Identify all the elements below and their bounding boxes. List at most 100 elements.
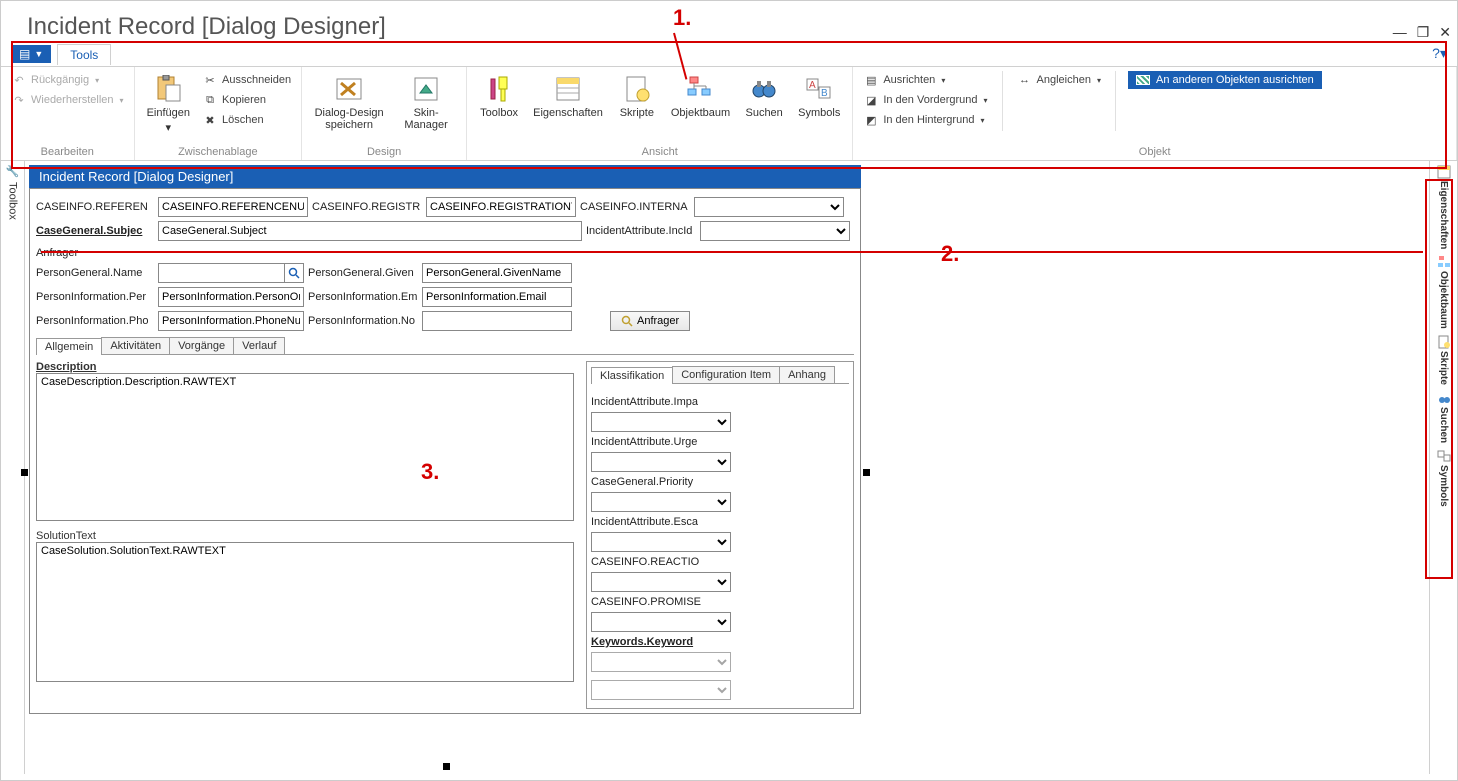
impact-label: IncidentAttribute.Impa (591, 396, 707, 408)
cut-button[interactable]: ✂Ausschneiden (200, 71, 293, 89)
pg-name-input[interactable] (158, 263, 284, 283)
copy-button[interactable]: ⧉Kopieren (200, 91, 293, 109)
bring-front-button[interactable]: ◪In den Vordergrund▾ (861, 91, 989, 109)
rail-properties[interactable]: Eigenschaften (1437, 165, 1451, 249)
rail-scripts-label: Skripte (1438, 351, 1449, 385)
toolbox-label: Toolbox (480, 107, 518, 119)
tab-anhang[interactable]: Anhang (779, 366, 835, 383)
esca-label: IncidentAttribute.Esca (591, 516, 707, 528)
keywords-select[interactable] (591, 652, 731, 672)
redo-icon: ↷ (11, 92, 27, 108)
toolbox-button[interactable]: Toolbox (475, 71, 523, 121)
impact-select[interactable] (591, 412, 731, 432)
file-menu-button[interactable]: ▤ ▼ (11, 45, 51, 63)
pi-ph-input[interactable] (158, 311, 304, 331)
restore-icon[interactable]: ❐ (1417, 24, 1430, 41)
keywords-select-2[interactable] (591, 680, 731, 700)
form-canvas[interactable]: CASEINFO.REFEREN CASEINFO.REGISTR CASEIN… (29, 188, 861, 714)
angleichen-button[interactable]: ↔Angleichen▾ (1015, 71, 1103, 89)
cut-icon: ✂ (202, 72, 218, 88)
group-label-design: Design (310, 144, 458, 158)
description-textarea[interactable] (36, 373, 574, 521)
window-controls: — ❐ ✕ (1393, 24, 1451, 41)
tab-klassifikation[interactable]: Klassifikation (591, 367, 673, 384)
pg-given-label: PersonGeneral.Given (308, 267, 418, 279)
redo-button[interactable]: ↷ Wiederherstellen▾ (9, 91, 126, 109)
solution-textarea[interactable] (36, 542, 574, 682)
solution-label: SolutionText (36, 530, 576, 542)
save-design-label: Dialog-Design speichern (314, 107, 384, 131)
back-label: In den Hintergrund (883, 114, 974, 126)
rail-scripts[interactable]: Skripte (1437, 335, 1451, 385)
save-design-button[interactable]: Dialog-Design speichern (310, 71, 388, 133)
tab-verlauf[interactable]: Verlauf (233, 337, 285, 354)
search-button[interactable]: Suchen (740, 71, 788, 121)
caseinfo-int-select[interactable] (694, 197, 844, 217)
undo-button[interactable]: ↶ Rückgängig▾ (9, 71, 126, 89)
align-button[interactable]: ▤Ausrichten▾ (861, 71, 989, 89)
pi-ph-label: PersonInformation.Pho (36, 315, 154, 327)
back-icon: ◩ (863, 112, 879, 128)
tab-config-item[interactable]: Configuration Item (672, 366, 780, 383)
scripts-button[interactable]: Skripte (613, 71, 661, 121)
search-label: Suchen (745, 107, 782, 119)
esca-select[interactable] (591, 532, 731, 552)
pg-given-input[interactable] (422, 263, 572, 283)
subject-input[interactable] (158, 221, 582, 241)
pi-per-label: PersonInformation.Per (36, 291, 154, 303)
toolbox-rail[interactable]: Toolbox (7, 182, 19, 220)
rail-objecttree[interactable]: Objektbaum (1437, 255, 1451, 329)
objecttree-button[interactable]: Objektbaum (667, 71, 734, 121)
priority-select[interactable] (591, 492, 731, 512)
delete-icon: ✖ (202, 112, 218, 128)
align-others-label: An anderen Objekten ausrichten (1156, 74, 1314, 86)
send-back-button[interactable]: ◩In den Hintergrund▾ (861, 111, 989, 129)
anfrager-button-label: Anfrager (637, 315, 679, 327)
close-icon[interactable]: ✕ (1439, 24, 1451, 41)
minimize-icon[interactable]: — (1393, 24, 1407, 41)
rail-properties-label: Eigenschaften (1438, 181, 1449, 249)
incattr-select[interactable] (700, 221, 850, 241)
description-label: Description (36, 361, 576, 373)
tab-aktivitaeten[interactable]: Aktivitäten (101, 337, 170, 354)
annotation-2-label: 2. (941, 241, 959, 267)
urgency-select[interactable] (591, 452, 731, 472)
search-icon[interactable] (284, 263, 304, 283)
tree-label: Objektbaum (671, 107, 730, 119)
pg-name-search[interactable] (158, 263, 304, 283)
caseinfo-reg-input[interactable] (426, 197, 576, 217)
svg-text:B: B (821, 88, 828, 99)
list-icon: ▤ (19, 47, 30, 61)
angleichen-label: Angleichen (1037, 74, 1091, 86)
pi-per-input[interactable] (158, 287, 304, 307)
binoculars-icon (1437, 391, 1451, 405)
rail-symbols[interactable]: Symbols (1437, 449, 1451, 507)
front-icon: ◪ (863, 92, 879, 108)
tab-vorgaenge[interactable]: Vorgänge (169, 337, 234, 354)
promise-select[interactable] (591, 612, 731, 632)
svg-text:A: A (809, 80, 816, 91)
reactio-label: CASEINFO.REACTIO (591, 556, 707, 568)
rail-search[interactable]: Suchen (1437, 391, 1451, 443)
pi-em-input[interactable] (422, 287, 572, 307)
tab-allgemein[interactable]: Allgemein (36, 338, 102, 355)
properties-button[interactable]: Eigenschaften (529, 71, 607, 121)
align-others-button[interactable]: An anderen Objekten ausrichten (1128, 71, 1322, 89)
symbols-button[interactable]: ABSymbols (794, 71, 844, 121)
main-tabset: Allgemein Aktivitäten Vorgänge Verlauf (36, 337, 854, 355)
reactio-select[interactable] (591, 572, 731, 592)
wrench-icon: 🔧 (6, 165, 20, 178)
pi-no-input[interactable] (422, 311, 572, 331)
copy-label: Kopieren (222, 94, 266, 106)
pg-name-label: PersonGeneral.Name (36, 267, 154, 279)
anfrager-button[interactable]: Anfrager (610, 311, 690, 331)
skin-manager-button[interactable]: Skin-Manager (394, 71, 458, 133)
skin-label: Skin-Manager (398, 107, 454, 131)
scripts-icon (621, 73, 653, 105)
delete-button[interactable]: ✖Löschen (200, 111, 293, 129)
paste-button[interactable]: Einfügen▾ (143, 71, 194, 136)
caseinfo-ref-input[interactable] (158, 197, 308, 217)
help-icon[interactable]: ?▾ (1432, 45, 1447, 62)
annotation-1-label: 1. (673, 5, 691, 31)
ribbon-tab-tools[interactable]: Tools (57, 44, 111, 65)
